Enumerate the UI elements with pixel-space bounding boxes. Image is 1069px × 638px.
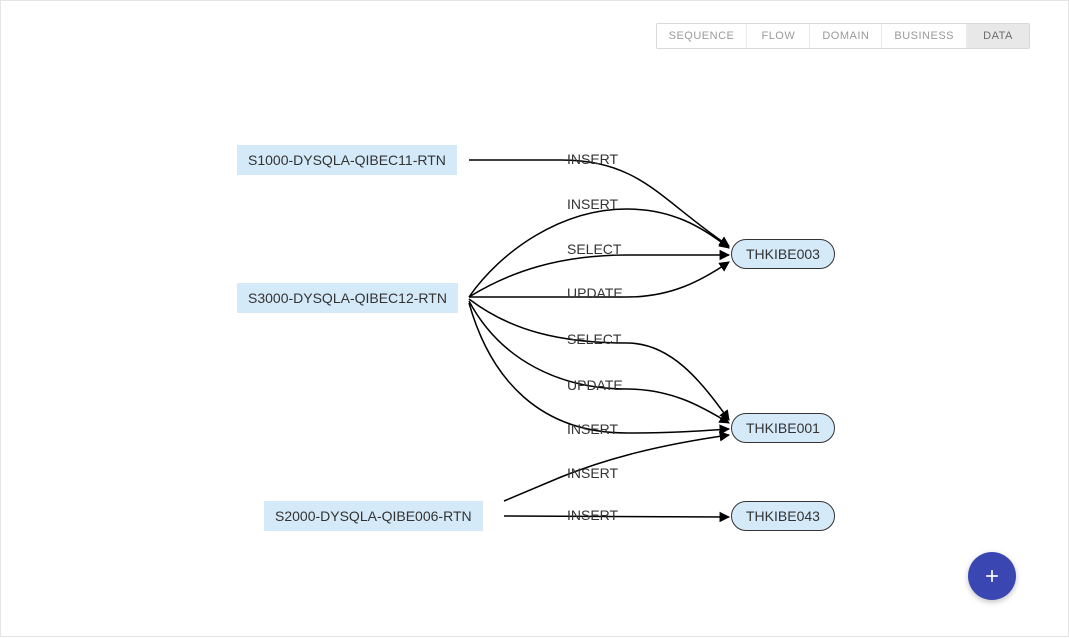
edge-label: UPDATE xyxy=(567,285,623,301)
tab-business[interactable]: BUSINESS xyxy=(882,24,967,48)
view-tabs: SEQUENCE FLOW DOMAIN BUSINESS DATA xyxy=(656,23,1030,49)
tab-domain[interactable]: DOMAIN xyxy=(810,24,882,48)
target-node[interactable]: THKIBE001 xyxy=(731,413,835,443)
target-node[interactable]: THKIBE043 xyxy=(731,501,835,531)
plus-icon xyxy=(982,566,1002,586)
edge-label: SELECT xyxy=(567,241,621,257)
tab-data[interactable]: DATA xyxy=(967,24,1029,48)
edge-label: INSERT xyxy=(567,465,618,481)
source-node[interactable]: S3000-DYSQLA-QIBEC12-RTN xyxy=(237,283,458,313)
add-button[interactable] xyxy=(968,552,1016,600)
edges-layer xyxy=(1,1,1069,638)
source-node[interactable]: S1000-DYSQLA-QIBEC11-RTN xyxy=(237,145,457,175)
tab-flow[interactable]: FLOW xyxy=(747,24,810,48)
edge-label: SELECT xyxy=(567,331,621,347)
edge-label: INSERT xyxy=(567,151,618,167)
edge-label: INSERT xyxy=(567,507,618,523)
source-node[interactable]: S2000-DYSQLA-QIBE006-RTN xyxy=(264,501,483,531)
edge-label: INSERT xyxy=(567,196,618,212)
tab-sequence[interactable]: SEQUENCE xyxy=(657,24,748,48)
edge xyxy=(469,301,729,423)
diagram-canvas: SEQUENCE FLOW DOMAIN BUSINESS DATA S1000… xyxy=(0,0,1069,637)
edge-label: INSERT xyxy=(567,421,618,437)
target-node[interactable]: THKIBE003 xyxy=(731,239,835,269)
edge-label: UPDATE xyxy=(567,377,623,393)
